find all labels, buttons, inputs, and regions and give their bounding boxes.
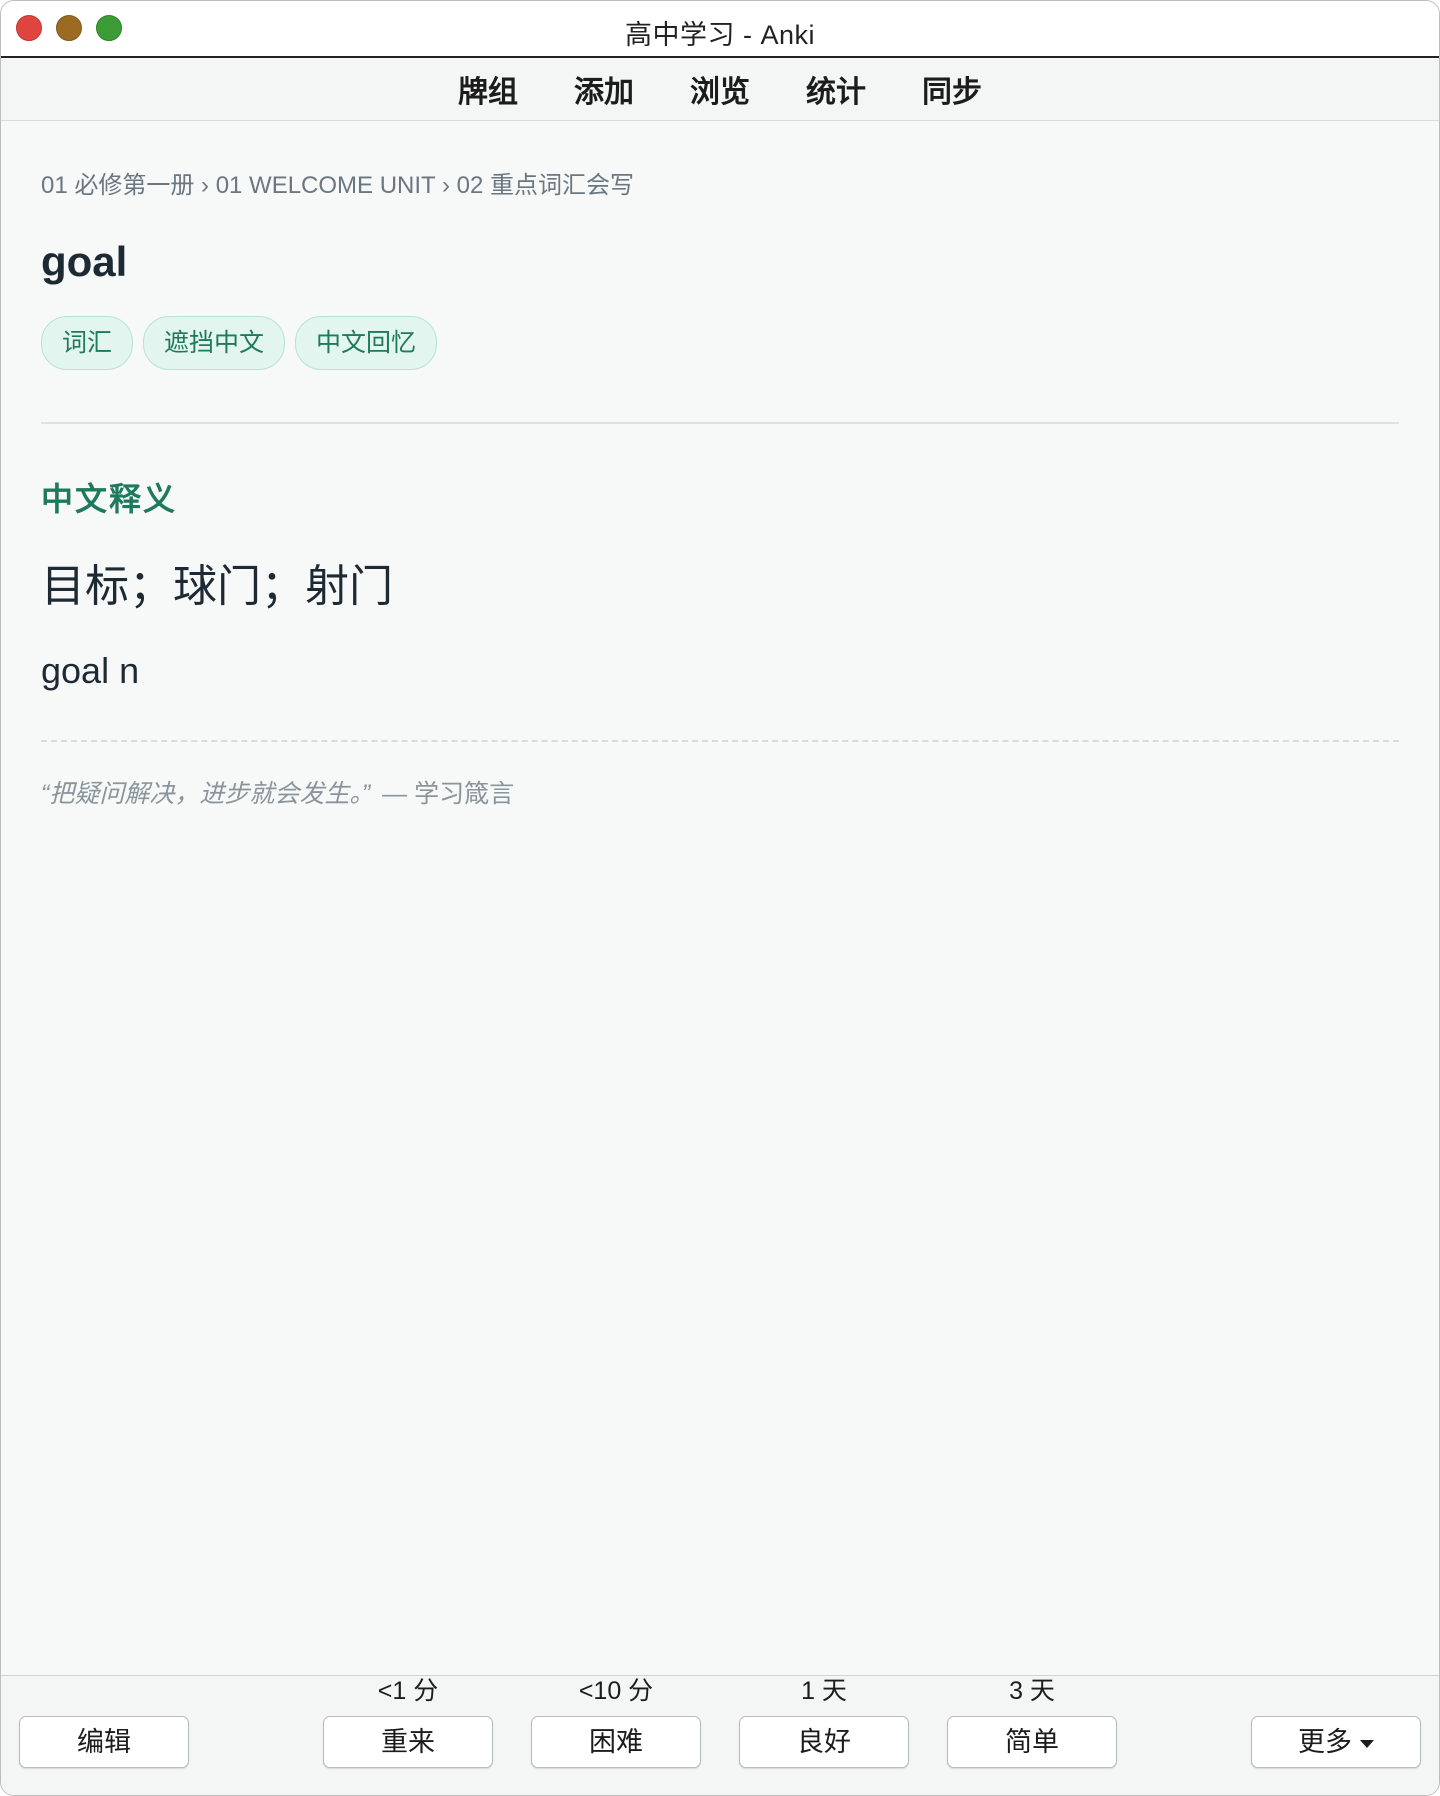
more-button[interactable]: 更多	[1251, 1716, 1421, 1768]
section-heading: 中文释义	[41, 481, 178, 517]
menu-add[interactable]: 添加	[574, 67, 634, 111]
section-divider	[41, 422, 1399, 424]
study-quote: “把疑问解决，进步就会发生。” — 学习箴言	[41, 774, 1399, 810]
caret-down-icon	[1360, 1739, 1374, 1748]
quote-source: — 学习箴言	[382, 780, 515, 808]
chinese-meaning: 目标；球门；射门	[41, 562, 393, 611]
more-label: 更多	[1298, 1727, 1352, 1757]
dashed-divider	[41, 740, 1399, 742]
card-content: 01 必修第一册 › 01 WELCOME UNIT › 02 重点词汇会写 g…	[41, 121, 1399, 810]
tag-chip: 词汇	[41, 316, 134, 370]
menu-sync[interactable]: 同步	[922, 67, 982, 111]
easy-interval: 3 天	[1009, 1677, 1055, 1705]
anki-window: 高中学习 - Anki 牌组 添加 浏览 统计 同步 01 必修第一册 › 01…	[0, 0, 1440, 1796]
menu-browse[interactable]: 浏览	[690, 67, 750, 111]
top-menu: 牌组 添加 浏览 统计 同步	[1, 58, 1439, 121]
again-button[interactable]: 重来	[323, 1716, 493, 1768]
again-interval: <1 分	[377, 1677, 439, 1705]
hard-interval: <10 分	[578, 1677, 654, 1705]
tag-chip: 遮挡中文	[143, 316, 286, 370]
menu-stats[interactable]: 统计	[806, 67, 866, 111]
menu-decks[interactable]: 牌组	[458, 67, 518, 111]
part-of-speech: goal n	[41, 650, 140, 691]
tag-list: 词汇 遮挡中文 中文回忆	[41, 316, 1399, 370]
answer-bar: 编辑 <1 分 重来 <10 分 困难 1 天 良好 3 天 简单 更多	[1, 1675, 1439, 1795]
title-bar: 高中学习 - Anki	[1, 1, 1439, 58]
card-word: goal	[41, 238, 128, 285]
good-button[interactable]: 良好	[739, 1716, 909, 1768]
deck-breadcrumb: 01 必修第一册 › 01 WELCOME UNIT › 02 重点词汇会写	[41, 172, 634, 199]
quote-text: “把疑问解决，进步就会发生。”	[41, 780, 371, 808]
good-interval: 1 天	[801, 1677, 847, 1705]
hard-button[interactable]: 困难	[531, 1716, 701, 1768]
easy-button[interactable]: 简单	[947, 1716, 1117, 1768]
edit-button[interactable]: 编辑	[19, 1716, 189, 1768]
window-title: 高中学习 - Anki	[624, 20, 816, 50]
tag-chip: 中文回忆	[295, 316, 438, 370]
